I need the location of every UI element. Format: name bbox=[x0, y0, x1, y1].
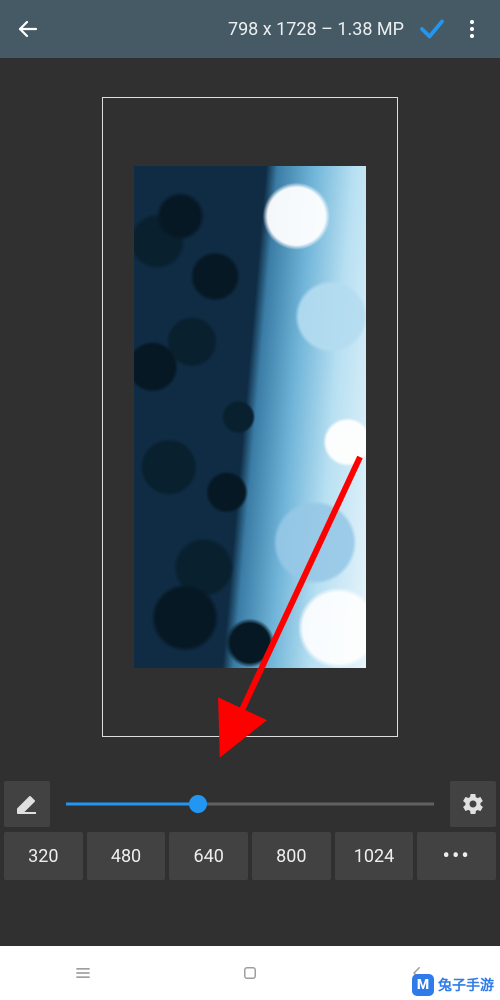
preset-640-button[interactable]: 640 bbox=[169, 832, 248, 880]
bottom-gap bbox=[0, 886, 500, 946]
nav-home-icon bbox=[241, 964, 259, 982]
back-button[interactable] bbox=[8, 9, 48, 49]
confirm-button[interactable] bbox=[412, 9, 452, 49]
preset-480-button[interactable]: 480 bbox=[87, 832, 166, 880]
image-preview bbox=[134, 166, 366, 668]
nav-recent-button[interactable] bbox=[53, 953, 113, 993]
back-arrow-icon bbox=[16, 17, 40, 41]
preset-1024-button[interactable]: 1024 bbox=[335, 832, 414, 880]
edit-dimensions-button[interactable] bbox=[4, 781, 50, 827]
edit-icon bbox=[15, 792, 39, 816]
resize-frame[interactable] bbox=[102, 97, 398, 737]
slider-fill bbox=[66, 803, 198, 806]
image-dimensions-label: 798 x 1728 – 1.38 MP bbox=[48, 19, 412, 40]
preset-more-button[interactable]: ••• bbox=[417, 832, 496, 880]
app-bar: 798 x 1728 – 1.38 MP bbox=[0, 0, 500, 58]
preset-320-button[interactable]: 320 bbox=[4, 832, 83, 880]
watermark: 兔子手游 bbox=[412, 974, 494, 996]
system-nav-bar: 兔子手游 bbox=[0, 946, 500, 1000]
watermark-logo-icon bbox=[412, 974, 434, 996]
resize-slider[interactable] bbox=[54, 781, 446, 827]
nav-home-button[interactable] bbox=[220, 953, 280, 993]
slider-row bbox=[0, 776, 500, 832]
nav-recent-icon bbox=[73, 963, 93, 983]
settings-button[interactable] bbox=[450, 781, 496, 827]
size-presets-row: 320 480 640 800 1024 ••• bbox=[0, 832, 500, 886]
overflow-menu-button[interactable] bbox=[452, 9, 492, 49]
check-icon bbox=[417, 14, 447, 44]
gear-icon bbox=[461, 792, 485, 816]
watermark-text: 兔子手游 bbox=[438, 975, 494, 995]
canvas-area bbox=[0, 58, 500, 776]
more-vert-icon bbox=[460, 17, 484, 41]
preset-800-button[interactable]: 800 bbox=[252, 832, 331, 880]
slider-thumb[interactable] bbox=[189, 795, 207, 813]
